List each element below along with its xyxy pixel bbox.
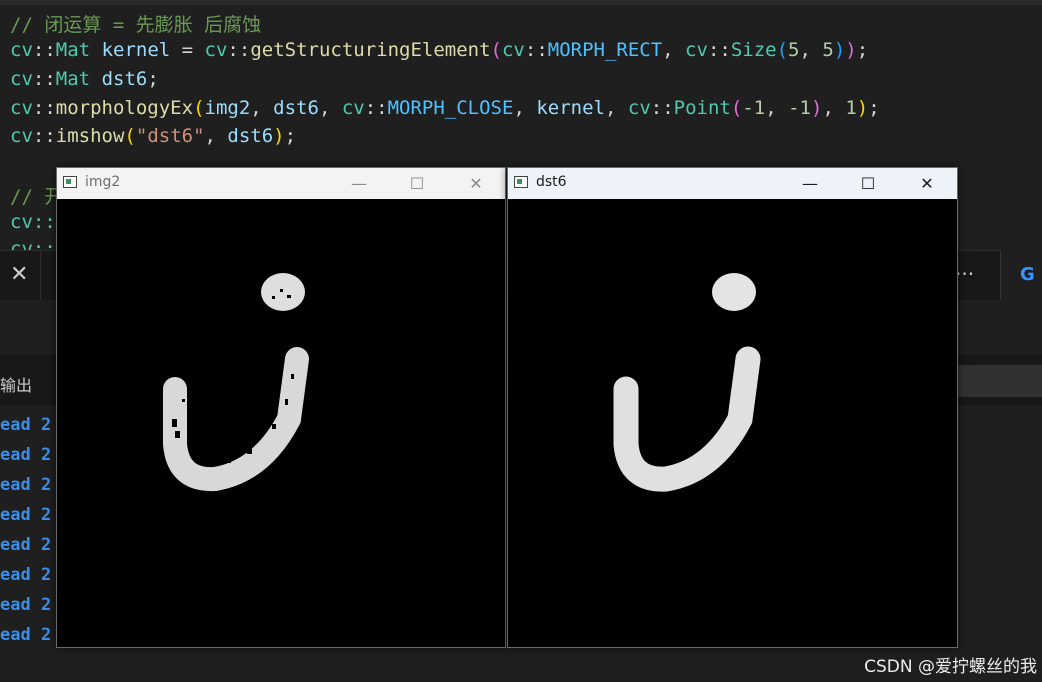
opencv-window-icon xyxy=(63,176,77,188)
code-line-1: // 闭运算 = 先膨胀 后腐蚀 xyxy=(10,14,262,36)
output-line: ead 2 xyxy=(0,565,52,585)
dst6-canvas xyxy=(508,199,957,647)
code-line-2: cv::Mat kernel = cv::getStructuringEleme… xyxy=(10,39,869,61)
output-filter-input[interactable] xyxy=(955,365,1042,397)
dst6-window-title: dst6 xyxy=(536,174,567,190)
stroke-noise xyxy=(172,419,177,427)
output-line: ead 2 xyxy=(0,535,52,555)
code-line-4: cv::morphologyEx(img2, dst6, cv::MORPH_C… xyxy=(10,97,880,119)
stroke-noise xyxy=(207,462,213,467)
output-line: ead 2 xyxy=(0,445,52,465)
output-line: ead 2 xyxy=(0,475,52,495)
code-line-3: cv::Mat dst6; xyxy=(10,68,159,90)
stroke-shape xyxy=(613,346,761,492)
close-panel-icon[interactable]: ✕ xyxy=(10,262,28,287)
stroke-noise xyxy=(175,431,180,438)
stroke-noise xyxy=(291,374,294,379)
stroke-noise xyxy=(285,399,288,405)
output-line: ead 2 xyxy=(0,625,52,645)
dst6-window[interactable]: dst6 — ☐ ✕ xyxy=(507,167,958,648)
tab-divider xyxy=(40,250,41,300)
maximize-button[interactable]: ☐ xyxy=(397,171,437,196)
dst6-titlebar[interactable]: dst6 — ☐ ✕ xyxy=(508,168,957,199)
img2-canvas xyxy=(57,199,505,647)
minimize-button[interactable]: — xyxy=(790,171,830,196)
stroke-noise xyxy=(182,399,185,402)
code-line-8: cv:: xyxy=(10,211,56,233)
opencv-window-icon xyxy=(514,176,528,188)
dot-blob-noise xyxy=(272,296,275,299)
dot-blob-noise xyxy=(280,289,283,292)
close-button[interactable]: ✕ xyxy=(907,171,947,196)
output-line: ead 2 xyxy=(0,415,52,435)
img2-window[interactable]: img2 — ☐ ✕ xyxy=(56,167,506,648)
stroke-shape xyxy=(163,347,309,492)
code-line-9: cv:: xyxy=(10,238,56,250)
output-line: ead 2 xyxy=(0,595,52,615)
img2-image xyxy=(163,273,309,492)
output-line: ead 2 xyxy=(0,505,52,525)
dst6-image xyxy=(613,273,761,492)
stroke-noise xyxy=(227,459,231,463)
stroke-noise xyxy=(272,424,276,429)
tab-output[interactable]: 输出 xyxy=(0,372,32,396)
stroke-noise xyxy=(247,449,252,454)
watermark: CSDN @爱拧螺丝的我 xyxy=(864,657,1037,677)
copilot-icon[interactable]: G xyxy=(1020,264,1035,285)
img2-titlebar[interactable]: img2 — ☐ ✕ xyxy=(57,168,505,199)
img2-window-title: img2 xyxy=(85,174,121,190)
minimize-button[interactable]: — xyxy=(339,171,379,196)
close-button[interactable]: ✕ xyxy=(456,171,496,196)
dot-blob-noise xyxy=(287,295,291,298)
maximize-button[interactable]: ☐ xyxy=(848,171,888,196)
dot-blob xyxy=(712,273,756,311)
code-line-5: cv::imshow("dst6", dst6); xyxy=(10,125,297,147)
